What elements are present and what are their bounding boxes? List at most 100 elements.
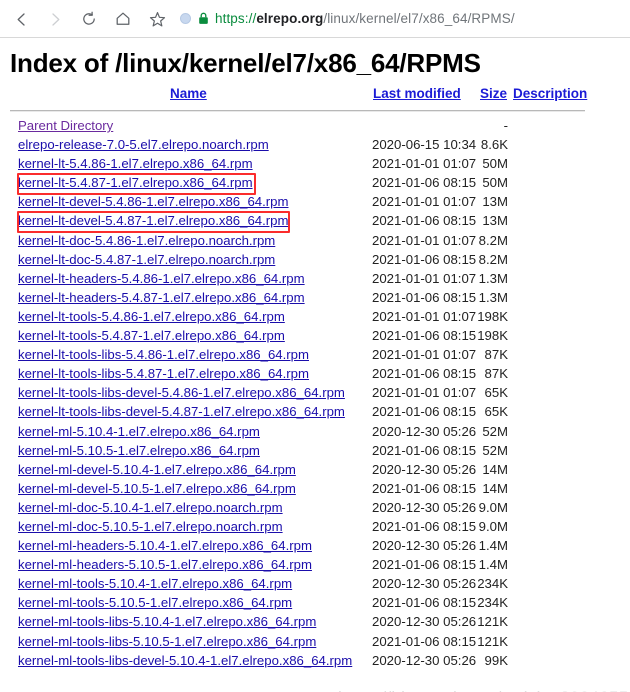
file-link[interactable]: kernel-ml-5.10.4-1.el7.elrepo.x86_64.rpm (18, 424, 260, 439)
table-row: kernel-ml-devel-5.10.4-1.el7.elrepo.x86_… (10, 462, 610, 481)
table-row: kernel-ml-tools-libs-devel-5.10.4-1.el7.… (10, 653, 610, 672)
file-last-modified: 2020-12-30 05:26 (372, 576, 477, 592)
file-link[interactable]: kernel-lt-doc-5.4.87-1.el7.elrepo.noarch… (18, 252, 275, 267)
table-row: kernel-lt-tools-libs-devel-5.4.87-1.el7.… (10, 404, 610, 423)
file-link[interactable]: kernel-lt-tools-libs-devel-5.4.86-1.el7.… (18, 385, 345, 400)
file-size: 65K (484, 385, 508, 401)
file-last-modified: 2020-12-30 05:26 (372, 461, 477, 477)
file-link[interactable]: kernel-lt-headers-5.4.86-1.el7.elrepo.x8… (18, 271, 305, 286)
back-button[interactable] (6, 4, 36, 34)
file-size: 65K (484, 404, 508, 420)
table-row: kernel-lt-tools-5.4.86-1.el7.elrepo.x86_… (10, 309, 610, 328)
file-link[interactable]: kernel-ml-doc-5.10.5-1.el7.elrepo.noarch… (18, 519, 283, 534)
table-row: kernel-ml-devel-5.10.5-1.el7.elrepo.x86_… (10, 481, 610, 500)
file-size: - (503, 118, 508, 133)
reload-button[interactable] (74, 4, 104, 34)
file-size: 52M (482, 423, 508, 439)
file-last-modified: 2020-12-30 05:26 (372, 538, 477, 554)
table-row: kernel-lt-devel-5.4.86-1.el7.elrepo.x86_… (10, 194, 610, 213)
home-button[interactable] (108, 4, 138, 34)
file-size: 8.6K (480, 137, 508, 153)
address-bar[interactable]: https://elrepo.org/linux/kernel/el7/x86_… (172, 4, 624, 33)
file-link[interactable]: kernel-ml-tools-5.10.4-1.el7.elrepo.x86_… (18, 576, 292, 591)
file-size: 13M (482, 194, 508, 210)
file-last-modified: 2021-01-01 01:07 (372, 232, 477, 248)
table-row: kernel-lt-tools-5.4.87-1.el7.elrepo.x86_… (10, 328, 610, 347)
file-link[interactable]: kernel-ml-headers-5.10.4-1.el7.elrepo.x8… (18, 538, 312, 553)
file-link[interactable]: kernel-ml-devel-5.10.5-1.el7.elrepo.x86_… (18, 481, 296, 496)
file-link[interactable]: kernel-lt-devel-5.4.86-1.el7.elrepo.x86_… (18, 194, 289, 209)
directory-index-table: Name Last modified Size Description Pare… (10, 86, 610, 668)
file-last-modified: 2021-01-06 08:15 (372, 328, 477, 344)
table-row: kernel-ml-tools-5.10.4-1.el7.elrepo.x86_… (10, 576, 610, 595)
file-last-modified: 2021-01-06 08:15 (372, 633, 477, 649)
file-link[interactable]: kernel-lt-tools-libs-5.4.86-1.el7.elrepo… (18, 347, 309, 362)
url-text: https://elrepo.org/linux/kernel/el7/x86_… (215, 11, 515, 26)
file-last-modified: 2021-01-06 08:15 (372, 289, 477, 305)
file-size: 198K (477, 308, 508, 324)
file-link[interactable]: kernel-lt-doc-5.4.86-1.el7.elrepo.noarch… (18, 233, 275, 248)
file-list: Parent Directory - elrepo-release-7.0-5.el… (10, 118, 610, 672)
url-path: /linux/kernel/el7/x86_64/RPMS/ (323, 11, 515, 26)
table-header-row: Name Last modified Size Description (10, 86, 610, 112)
file-size: 121K (477, 614, 508, 630)
file-size: 1.3M (478, 289, 508, 305)
file-last-modified: 2020-12-30 05:26 (372, 652, 477, 668)
parent-directory-row: Parent Directory - (10, 118, 610, 137)
file-link[interactable]: kernel-lt-tools-libs-5.4.87-1.el7.elrepo… (18, 366, 309, 381)
file-size: 1.4M (478, 538, 508, 554)
table-row: kernel-ml-doc-5.10.4-1.el7.elrepo.noarch… (10, 500, 610, 519)
file-link[interactable]: kernel-ml-devel-5.10.4-1.el7.elrepo.x86_… (18, 462, 296, 477)
column-header-description[interactable]: Description (513, 86, 587, 101)
forward-button[interactable] (40, 4, 70, 34)
table-row: kernel-ml-tools-libs-5.10.5-1.el7.elrepo… (10, 634, 610, 653)
file-last-modified: 2020-12-30 05:26 (372, 614, 477, 630)
file-link[interactable]: kernel-ml-5.10.5-1.el7.elrepo.x86_64.rpm (18, 443, 260, 458)
table-row: kernel-ml-tools-libs-5.10.4-1.el7.elrepo… (10, 614, 610, 633)
watermark-text: https://blog.csdn.net/weixin_39246554 (338, 688, 630, 692)
header-divider (10, 110, 585, 112)
browser-nav-buttons (6, 0, 172, 38)
table-row: kernel-ml-5.10.5-1.el7.elrepo.x86_64.rpm… (10, 443, 610, 462)
file-size: 1.3M (478, 270, 508, 286)
file-size: 13M (482, 213, 508, 229)
file-last-modified: 2021-01-06 08:15 (372, 518, 477, 534)
file-size: 8.2M (478, 232, 508, 248)
file-link[interactable]: kernel-lt-headers-5.4.87-1.el7.elrepo.x8… (18, 290, 305, 305)
file-link[interactable]: kernel-ml-headers-5.10.5-1.el7.elrepo.x8… (18, 557, 312, 572)
file-size: 198K (477, 328, 508, 344)
file-size: 50M (482, 175, 508, 191)
file-last-modified: 2021-01-06 08:15 (372, 404, 477, 420)
table-row: kernel-lt-tools-libs-5.4.87-1.el7.elrepo… (10, 366, 610, 385)
file-link[interactable]: kernel-lt-tools-5.4.86-1.el7.elrepo.x86_… (18, 309, 285, 324)
file-link[interactable]: kernel-ml-tools-5.10.5-1.el7.elrepo.x86_… (18, 595, 292, 610)
site-info-icon[interactable] (180, 13, 191, 24)
file-size: 50M (482, 156, 508, 172)
file-link[interactable]: kernel-lt-5.4.86-1.el7.elrepo.x86_64.rpm (18, 156, 253, 171)
file-link[interactable]: kernel-ml-tools-libs-5.10.5-1.el7.elrepo… (18, 634, 316, 649)
bookmark-button[interactable] (142, 4, 172, 34)
file-link[interactable]: kernel-ml-doc-5.10.4-1.el7.elrepo.noarch… (18, 500, 283, 515)
file-last-modified: 2021-01-01 01:07 (372, 156, 477, 172)
file-link[interactable]: elrepo-release-7.0-5.el7.elrepo.noarch.r… (18, 137, 269, 152)
table-row: kernel-lt-headers-5.4.86-1.el7.elrepo.x8… (10, 271, 610, 290)
file-link[interactable]: kernel-lt-devel-5.4.87-1.el7.elrepo.x86_… (18, 213, 289, 228)
table-row: kernel-lt-doc-5.4.86-1.el7.elrepo.noarch… (10, 233, 610, 252)
file-link[interactable]: kernel-lt-5.4.87-1.el7.elrepo.x86_64.rpm (18, 175, 253, 190)
home-icon (116, 12, 130, 25)
column-header-size[interactable]: Size (480, 86, 507, 101)
file-link[interactable]: kernel-ml-tools-libs-5.10.4-1.el7.elrepo… (18, 614, 316, 629)
column-header-name[interactable]: Name (170, 86, 207, 101)
back-chevron-icon (17, 12, 25, 26)
file-link[interactable]: kernel-ml-tools-libs-devel-5.10.4-1.el7.… (18, 653, 352, 668)
page-title: Index of /linux/kernel/el7/x86_64/RPMS (10, 48, 481, 78)
parent-directory-link[interactable]: Parent Directory (18, 118, 113, 133)
table-row: kernel-lt-5.4.87-1.el7.elrepo.x86_64.rpm… (10, 175, 610, 194)
column-header-last-modified[interactable]: Last modified (373, 86, 461, 101)
file-last-modified: 2021-01-06 08:15 (372, 480, 477, 496)
file-link[interactable]: kernel-lt-tools-5.4.87-1.el7.elrepo.x86_… (18, 328, 285, 343)
file-link[interactable]: kernel-lt-tools-libs-devel-5.4.87-1.el7.… (18, 404, 345, 419)
forward-chevron-icon (51, 12, 59, 26)
file-size: 14M (482, 461, 508, 477)
file-size: 8.2M (478, 251, 508, 267)
